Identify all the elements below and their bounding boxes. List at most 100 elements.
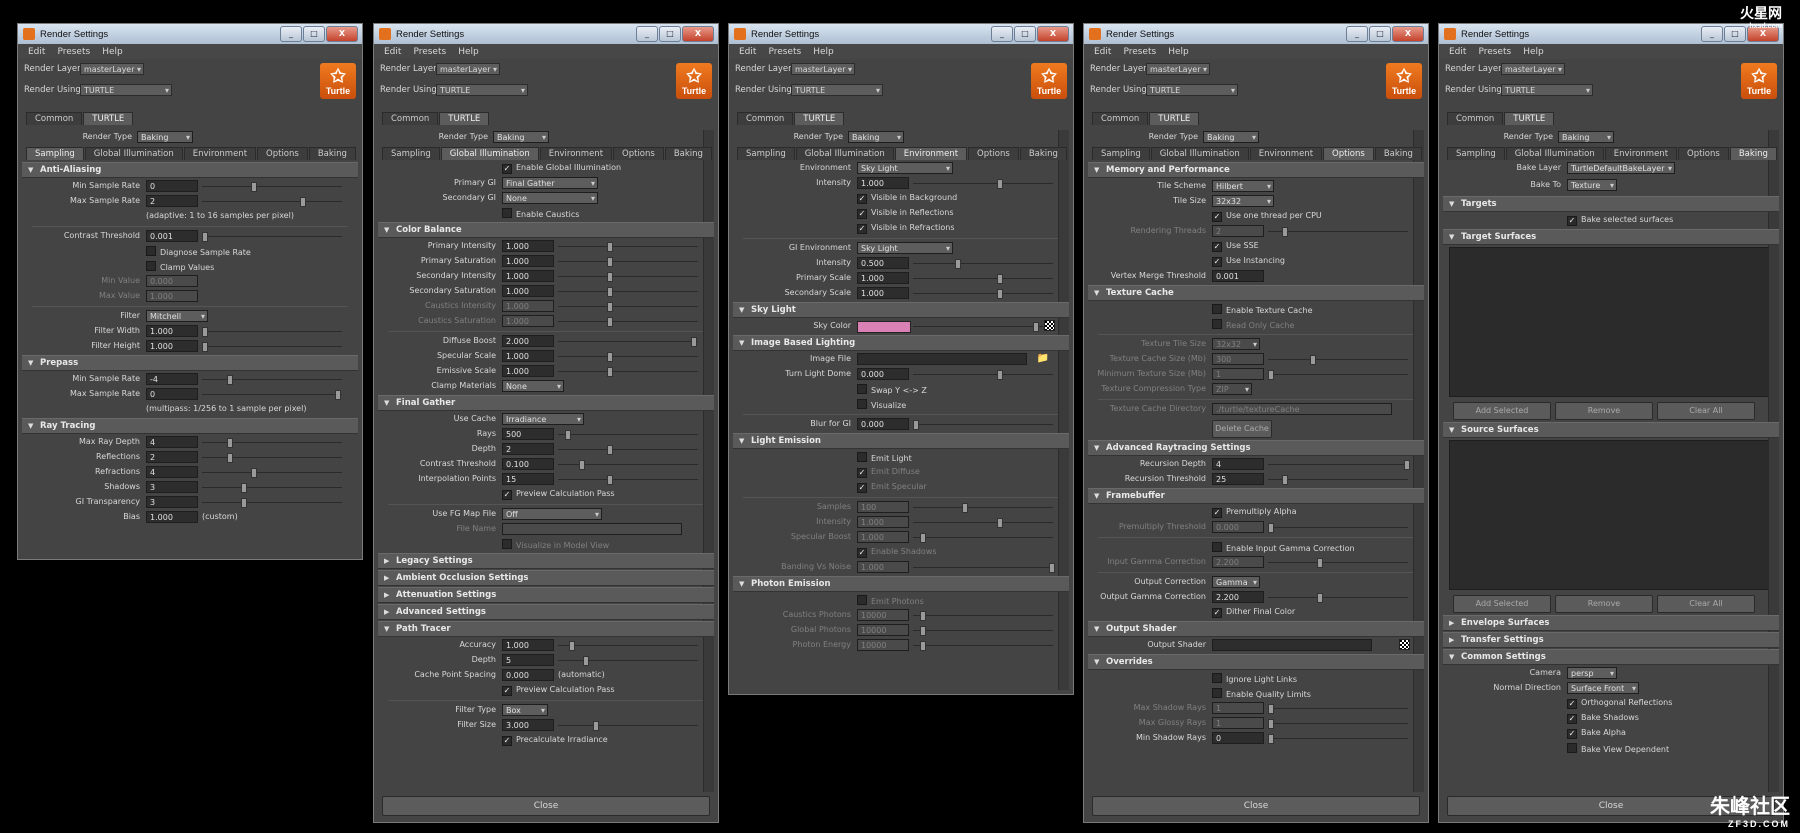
secondary-gi-dropdown[interactable]: None <box>502 192 598 205</box>
remove-target-button[interactable]: Remove <box>1555 402 1653 420</box>
texture-tile-size-dropdown[interactable]: 32x32 <box>1212 338 1260 351</box>
environment-dropdown[interactable]: Sky Light <box>857 162 953 175</box>
subtab-options[interactable]: Options <box>1678 147 1729 160</box>
menu-presets[interactable]: Presets <box>1478 47 1511 57</box>
specular-boost-field[interactable]: 1.000 <box>857 531 909 543</box>
section-final-gather[interactable]: Final Gather <box>378 395 714 411</box>
render-layer-dropdown[interactable]: masterLayer <box>1501 63 1565 76</box>
render-layer-dropdown[interactable]: masterLayer <box>80 63 144 76</box>
subtab-sampling[interactable]: Sampling <box>382 147 440 160</box>
texture-compression-dropdown[interactable]: ZIP <box>1212 383 1252 396</box>
min-sample-rate-slider[interactable] <box>202 182 342 192</box>
secondary-saturation-slider[interactable] <box>558 287 698 297</box>
title-bar[interactable]: Render Settings _ □ X <box>1439 24 1783 44</box>
primary-saturation-slider[interactable] <box>558 257 698 267</box>
max-value-field[interactable]: 1.000 <box>146 290 198 302</box>
bake-to-dropdown[interactable]: Texture <box>1567 179 1617 192</box>
close-window-button[interactable]: X <box>1037 26 1069 42</box>
add-selected-target-button[interactable]: Add Selected <box>1453 402 1551 420</box>
gi-intensity-slider[interactable] <box>913 259 1053 269</box>
render-layer-dropdown[interactable]: masterLayer <box>436 63 500 76</box>
fg-contrast-threshold-field[interactable]: 0.100 <box>502 458 554 470</box>
section-advanced-raytracing[interactable]: Advanced Raytracing Settings <box>1088 440 1424 456</box>
enable-shadows-checkbox[interactable]: Enable Shadows <box>857 547 937 558</box>
render-using-dropdown[interactable]: TURTLE <box>436 84 528 97</box>
vertex-merge-threshold-field[interactable]: 0.001 <box>1212 270 1264 282</box>
section-envelope-surfaces[interactable]: Envelope Surfaces <box>1443 615 1779 631</box>
caustics-intensity-slider[interactable] <box>558 302 698 312</box>
section-sky-light[interactable]: Sky Light <box>733 302 1069 318</box>
subtab-baking[interactable]: Baking <box>1374 147 1422 160</box>
turn-light-dome-slider[interactable] <box>913 370 1053 380</box>
emissive-scale-slider[interactable] <box>558 367 698 377</box>
visualize-model-view-checkbox[interactable]: Visualize in Model View <box>502 539 609 550</box>
image-file-field[interactable] <box>857 353 1027 365</box>
delete-cache-button[interactable]: Delete Cache <box>1212 420 1272 438</box>
section-prepass[interactable]: Prepass <box>22 355 358 371</box>
primary-scale-field[interactable]: 1.000 <box>857 272 909 284</box>
photon-energy-slider[interactable] <box>913 641 1053 651</box>
menu-presets[interactable]: Presets <box>57 47 90 57</box>
minimize-button[interactable]: _ <box>1701 26 1723 42</box>
max-sample-rate-slider[interactable] <box>202 197 342 207</box>
menu-presets[interactable]: Presets <box>413 47 446 57</box>
prepass-max-sample-rate-field[interactable]: 0 <box>146 388 198 400</box>
remove-source-button[interactable]: Remove <box>1555 595 1653 613</box>
shadows-field[interactable]: 3 <box>146 481 198 493</box>
visible-in-refractions-checkbox[interactable]: Visible in Refractions <box>857 223 955 234</box>
minimize-button[interactable]: _ <box>280 26 302 42</box>
menu-help[interactable]: Help <box>1168 47 1189 57</box>
clear-all-target-button[interactable]: Clear All <box>1657 402 1755 420</box>
menu-help[interactable]: Help <box>1523 47 1544 57</box>
read-only-cache-checkbox[interactable]: Read Only Cache <box>1212 319 1294 330</box>
recursion-threshold-field[interactable]: 25 <box>1212 473 1264 485</box>
bias-field[interactable]: 1.000 <box>146 511 198 523</box>
depth-slider[interactable] <box>558 445 698 455</box>
gi-environment-dropdown[interactable]: Sky Light <box>857 242 953 255</box>
use-cache-dropdown[interactable]: Irradiance <box>502 413 584 426</box>
menu-edit[interactable]: Edit <box>1449 47 1466 57</box>
accuracy-field[interactable]: 1.000 <box>502 639 554 651</box>
menu-edit[interactable]: Edit <box>1094 47 1111 57</box>
bake-layer-dropdown[interactable]: TurtleDefaultBakeLayer <box>1567 162 1675 175</box>
global-photons-slider[interactable] <box>913 626 1053 636</box>
use-sse-checkbox[interactable]: Use SSE <box>1212 241 1259 252</box>
sky-color-slider[interactable] <box>913 322 1043 332</box>
section-targets[interactable]: Targets <box>1443 196 1779 212</box>
subtab-global-illumination[interactable]: Global Illumination <box>440 147 539 160</box>
emit-light-checkbox[interactable]: Emit Light <box>857 452 912 463</box>
render-type-dropdown[interactable]: Baking <box>848 131 904 144</box>
emission-intensity-field[interactable]: 1.000 <box>857 516 909 528</box>
specular-boost-slider[interactable] <box>913 533 1053 543</box>
contrast-threshold-slider[interactable] <box>202 232 342 242</box>
secondary-scale-slider[interactable] <box>913 289 1053 299</box>
tab-turtle[interactable]: TURTLE <box>1504 112 1555 125</box>
interpolation-points-field[interactable]: 15 <box>502 473 554 485</box>
orthogonal-reflections-checkbox[interactable]: Orthogonal Reflections <box>1567 698 1672 709</box>
output-correction-dropdown[interactable]: Gamma <box>1212 576 1260 589</box>
diffuse-boost-slider[interactable] <box>558 337 698 347</box>
title-bar[interactable]: Render Settings _ □ X <box>374 24 718 44</box>
primary-saturation-field[interactable]: 1.000 <box>502 255 554 267</box>
bake-selected-surfaces-checkbox[interactable]: Bake selected surfaces <box>1567 215 1673 226</box>
preview-calculation-pass-checkbox[interactable]: Preview Calculation Pass <box>502 489 615 500</box>
section-output-shader[interactable]: Output Shader <box>1088 621 1424 637</box>
sky-color-swatch[interactable] <box>857 321 911 333</box>
path-depth-slider[interactable] <box>558 656 698 666</box>
texture-cache-directory-field[interactable]: ./turtle/textureCache <box>1212 403 1392 415</box>
section-memory-performance[interactable]: Memory and Performance <box>1088 162 1424 178</box>
minimize-button[interactable]: _ <box>991 26 1013 42</box>
bake-view-dependent-checkbox[interactable]: Bake View Dependent <box>1567 743 1669 754</box>
title-bar[interactable]: Render Settings _ □ X <box>729 24 1073 44</box>
section-overrides[interactable]: Overrides <box>1088 654 1424 670</box>
shadows-slider[interactable] <box>202 483 342 493</box>
target-surfaces-list[interactable] <box>1449 247 1773 397</box>
fg-contrast-slider[interactable] <box>558 460 698 470</box>
contrast-threshold-field[interactable]: 0.001 <box>146 230 198 242</box>
texture-cache-size-slider[interactable] <box>1268 355 1408 365</box>
pt-preview-calculation-checkbox[interactable]: Preview Calculation Pass <box>502 685 615 696</box>
subtab-global-illumination[interactable]: Global Illumination <box>1505 147 1604 160</box>
input-gamma-slider[interactable] <box>1268 558 1408 568</box>
subtab-sampling[interactable]: Sampling <box>1447 147 1505 160</box>
subtab-global-illumination[interactable]: Global Illumination <box>795 147 894 160</box>
